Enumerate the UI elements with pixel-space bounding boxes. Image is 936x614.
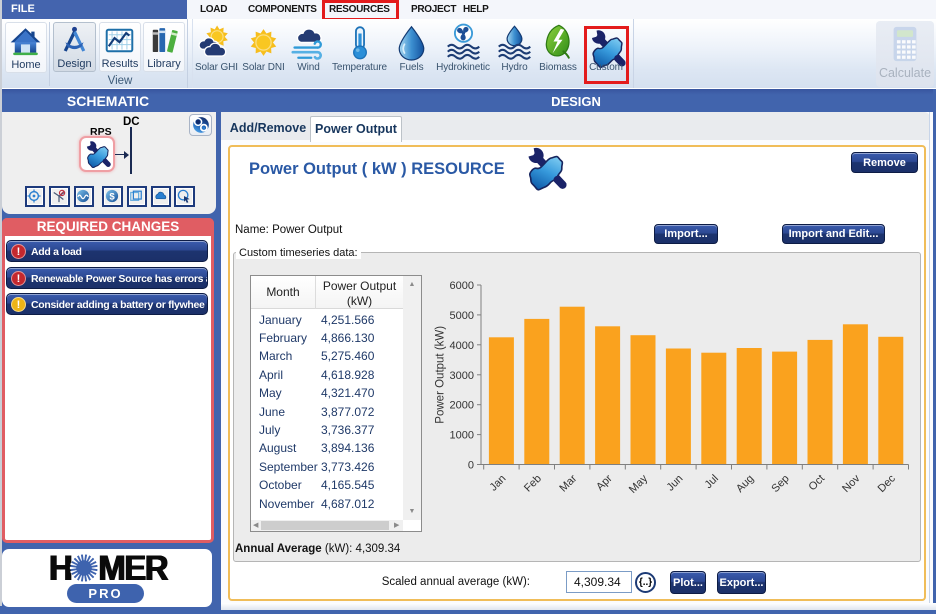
svg-text:6000: 6000 [450, 280, 474, 292]
svg-text:2000: 2000 [450, 400, 474, 412]
svg-text:1000: 1000 [450, 430, 474, 442]
svg-text:Dec: Dec [876, 472, 899, 495]
svg-text:Feb: Feb [522, 473, 544, 495]
svg-text:4000: 4000 [450, 340, 474, 352]
svg-text:Jul: Jul [702, 473, 720, 491]
svg-text:Apr: Apr [594, 472, 615, 493]
svg-text:Mar: Mar [557, 472, 579, 494]
svg-text:Nov: Nov [840, 472, 863, 495]
svg-text:5000: 5000 [450, 310, 474, 322]
svg-text:0: 0 [468, 460, 474, 472]
svg-text:Jun: Jun [664, 473, 685, 494]
svg-text:Oct: Oct [807, 473, 828, 494]
svg-text:May: May [627, 472, 651, 496]
svg-text:$: $ [109, 191, 115, 202]
svg-text:Aug: Aug [734, 473, 756, 495]
svg-text:Jan: Jan [487, 473, 508, 494]
svg-text:Power Output (kW): Power Output (kW) [435, 326, 447, 424]
svg-text:Sep: Sep [769, 473, 791, 495]
svg-text:3000: 3000 [450, 370, 474, 382]
